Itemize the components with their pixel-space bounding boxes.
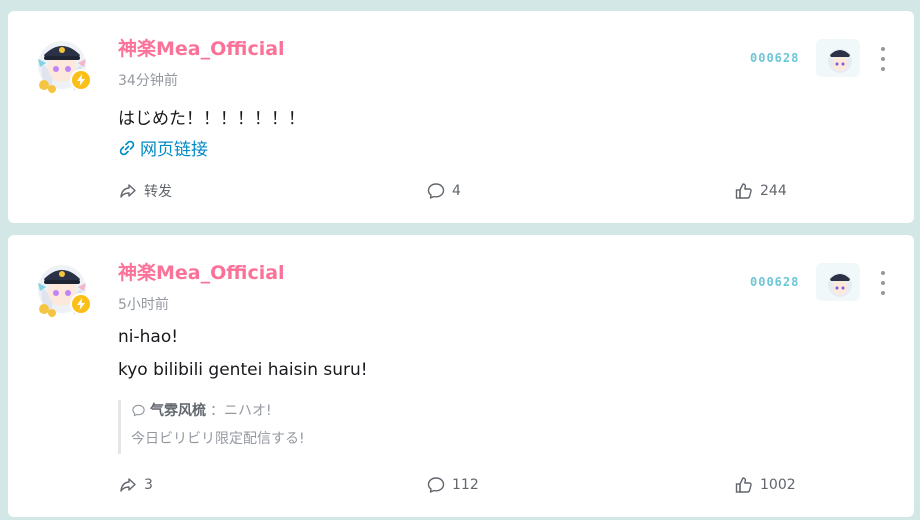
post-content: はじめた！！！！！！！ (118, 109, 305, 129)
forward-button[interactable]: 3 (118, 475, 153, 495)
fan-badge-number: 000628 (750, 51, 800, 65)
quoted-comment[interactable]: 气雰风梳 ：ニハオ! 今日ビリビリ限定配信する! (118, 400, 305, 454)
fan-badge-number: 000628 (750, 275, 800, 289)
like-button[interactable]: 1002 (734, 475, 796, 495)
quote-username[interactable]: 气雰风梳 (150, 400, 206, 420)
reply-bubble-icon (132, 404, 145, 416)
fan-badge[interactable]: 000628 (746, 39, 860, 77)
comment-icon (427, 183, 445, 199)
avatar[interactable] (26, 25, 98, 97)
publish-time[interactable]: 5小时前 (118, 294, 169, 314)
web-link-label: 网页链接 (140, 140, 208, 160)
more-icon (881, 47, 885, 51)
more-options-button[interactable] (876, 271, 890, 295)
post-content-line: kyo bilibili gentei haisin suru! (118, 360, 368, 380)
author-name[interactable]: 神楽Mea_Official (118, 258, 285, 285)
charge-bolt-icon (70, 69, 92, 91)
quote-text: ：ニハオ! (210, 403, 272, 419)
comment-count: 112 (452, 477, 479, 493)
comment-count: 4 (452, 183, 461, 199)
forward-label: 转发 (144, 184, 172, 200)
charge-bolt-icon (70, 293, 92, 315)
like-button[interactable]: 244 (734, 181, 787, 201)
forward-button[interactable]: 转发 (118, 181, 172, 201)
post-card: 神楽Mea_Official 5小时前 000628 ni-hao! kyo b… (8, 235, 914, 517)
avatar[interactable] (26, 249, 98, 321)
comment-icon (427, 477, 445, 493)
fan-badge-character (816, 39, 860, 77)
forward-count: 3 (144, 477, 153, 493)
author-name[interactable]: 神楽Mea_Official (118, 34, 285, 61)
post-content-line: ni-hao! (118, 327, 179, 347)
like-icon (735, 183, 752, 199)
share-icon (120, 478, 136, 492)
share-icon (120, 184, 136, 198)
more-options-button[interactable] (876, 47, 890, 71)
post-card: 神楽Mea_Official 34分钟前 000628 はじめた！！！！！！！ … (8, 11, 914, 223)
like-count: 244 (760, 183, 787, 199)
like-count: 1002 (760, 477, 796, 493)
like-icon (735, 477, 752, 493)
comment-button[interactable]: 4 (426, 181, 461, 201)
fan-badge[interactable]: 000628 (746, 263, 860, 301)
quote-text-line2: 今日ビリビリ限定配信する! (131, 431, 305, 447)
more-icon (881, 271, 885, 275)
link-icon (119, 140, 135, 155)
publish-time[interactable]: 34分钟前 (118, 70, 178, 90)
comment-button[interactable]: 112 (426, 475, 479, 495)
fan-badge-character (816, 263, 860, 301)
web-link[interactable]: 网页链接 (118, 135, 208, 160)
